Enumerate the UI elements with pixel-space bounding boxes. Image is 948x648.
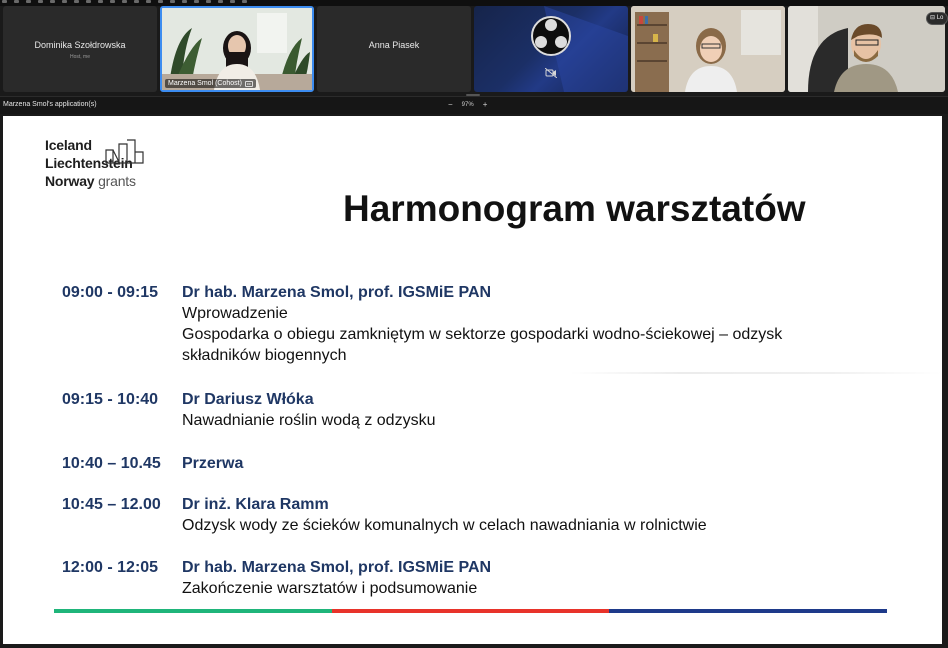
agenda-desc: Nawadnianie roślin wodą z odzysku	[182, 412, 436, 429]
logo-line-3: Norway grants	[45, 172, 136, 190]
agenda-time: 09:15 - 10:40	[62, 391, 159, 408]
video-feed-camera-1	[631, 6, 785, 92]
participant-name: Anna Piasek	[368, 40, 420, 50]
stripe-blue	[609, 609, 887, 613]
layout-button[interactable]: ⊟ Lo	[926, 12, 948, 25]
obs-logo-icon	[531, 6, 628, 92]
agenda-speaker: Przerwa	[182, 455, 244, 472]
shared-slide: Iceland Liechtenstein Norway grants Harm…	[3, 116, 942, 644]
participant-name-tag: Marzena Smol (Cohost) cc	[165, 79, 256, 88]
slide-title: Harmonogram warsztatów	[343, 188, 806, 229]
slide-artifact-line	[570, 372, 942, 374]
stripe-green	[54, 609, 332, 613]
participant-tile-obs[interactable]	[474, 6, 628, 92]
caption-icon: cc	[244, 80, 253, 87]
agenda-desc: Gospodarka o obiegu zamkniętym w sektorz…	[182, 326, 783, 343]
screen-share-bar: Marzena Smol's application(s) − 97% +	[0, 94, 948, 114]
participant-gallery: Dominika Szołdrowska Host, me Marzena Sm…	[0, 6, 948, 94]
logo-norway: Norway	[45, 173, 95, 189]
agenda-item: 10:40 – 10.45 Przerwa	[62, 453, 882, 474]
agenda-speaker: Dr inż. Klara Ramm	[182, 496, 329, 513]
participant-tile-marzena[interactable]: Marzena Smol (Cohost) cc	[160, 6, 314, 92]
video-feed-marzena	[162, 8, 312, 90]
share-title: Marzena Smol's application(s)	[3, 101, 97, 108]
agenda-desc: Odzysk wody ze ścieków komunalnych w cel…	[182, 517, 707, 534]
agenda-time: 09:00 - 09:15	[62, 284, 159, 301]
participant-tile-camera-2[interactable]	[788, 6, 945, 92]
agenda-desc: Zakończenie warsztatów i podsumowanie	[182, 580, 478, 597]
agenda-item: 09:15 - 10:40 Dr Dariusz Włóka Nawadnian…	[62, 389, 882, 431]
agenda-desc: składników biogennych	[182, 347, 347, 364]
agenda-speaker: Dr hab. Marzena Smol, prof. IGSMiE PAN	[182, 559, 492, 576]
eea-grants-logo: Iceland Liechtenstein Norway grants	[45, 136, 144, 190]
agenda-desc: Wprowadzenie	[182, 305, 288, 322]
zoom-level: 97%	[461, 101, 474, 108]
agenda-item: 09:00 - 09:15 Dr hab. Marzena Smol, prof…	[62, 282, 882, 366]
layout-icon: ⊟	[930, 15, 936, 21]
toolbar-dots	[2, 0, 247, 5]
zoom-control: − 97% +	[448, 100, 487, 109]
gallery-resize-handle[interactable]	[466, 94, 480, 96]
agenda-item: 12:00 - 12:05 Dr hab. Marzena Smol, prof…	[62, 557, 882, 599]
participant-tile-dominika[interactable]: Dominika Szołdrowska Host, me	[3, 6, 157, 92]
participant-tile-anna[interactable]: Anna Piasek	[317, 6, 471, 92]
agenda-speaker: Dr Dariusz Włóka	[182, 391, 314, 408]
video-feed-camera-2	[788, 6, 945, 92]
agenda-time: 10:45 – 12.00	[62, 496, 161, 513]
participant-name: Marzena Smol (Cohost)	[168, 80, 242, 87]
agenda-speaker: Dr hab. Marzena Smol, prof. IGSMiE PAN	[182, 284, 492, 301]
logo-grants: grants	[98, 173, 136, 189]
participant-name: Dominika Szołdrowska	[34, 40, 126, 50]
zoom-in-button[interactable]: +	[483, 100, 488, 109]
zoom-out-button[interactable]: −	[448, 100, 453, 109]
agenda-item: 10:45 – 12.00 Dr inż. Klara Ramm Odzysk …	[62, 494, 882, 536]
stripe-red	[332, 609, 609, 613]
participant-tile-camera-1[interactable]	[631, 6, 785, 92]
layout-button-label: Lo	[936, 15, 944, 21]
agenda-time: 12:00 - 12:05	[62, 559, 159, 576]
video-off-icon	[545, 68, 557, 78]
agenda-time: 10:40 – 10.45	[62, 455, 161, 472]
grants-logo-mark-icon	[105, 139, 144, 164]
participant-role: Host, me	[69, 54, 90, 60]
